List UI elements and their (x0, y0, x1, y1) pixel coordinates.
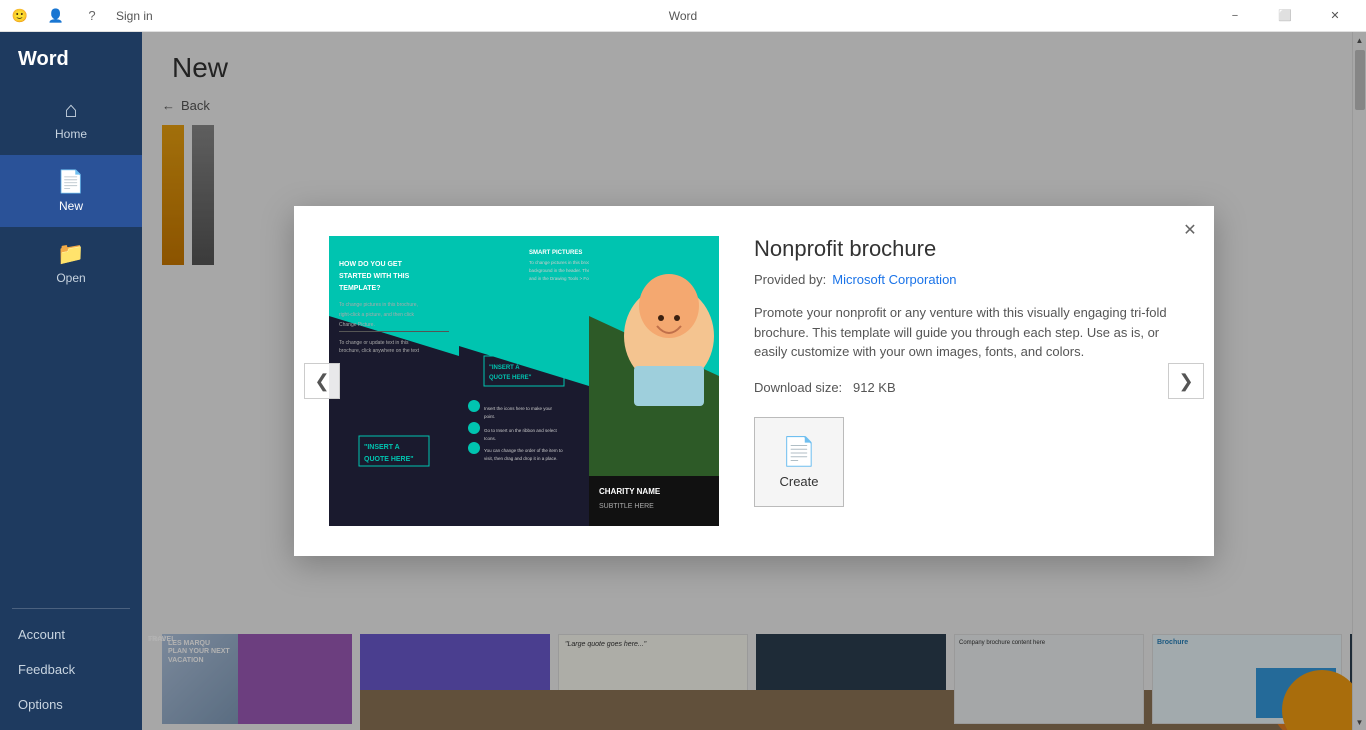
new-icon: 📄 (57, 169, 84, 195)
create-label: Create (779, 474, 818, 489)
sidebar-divider (12, 608, 130, 609)
svg-text:right-click a picture, and the: right-click a picture, and then click (339, 312, 415, 318)
svg-text:Change Picture.: Change Picture. (339, 322, 375, 328)
sidebar-new-label: New (59, 199, 83, 213)
modal-template-title: Nonprofit brochure (754, 236, 1184, 262)
app-body: Word ⌂ Home 📄 New 📁 Open Account Feedbac… (0, 32, 1366, 730)
next-arrow-icon: ❯ (1178, 371, 1193, 392)
svg-text:To change or update text in th: To change or update text in this (339, 340, 409, 346)
title-bar: 🙂 👤 ? Sign in Word − ⬜ ✕ (0, 0, 1366, 32)
svg-text:"INSERT A: "INSERT A (489, 365, 520, 371)
svg-text:Insert the icons here to make: Insert the icons here to make your (484, 406, 553, 411)
modal-prev-button[interactable]: ❮ (304, 363, 340, 399)
svg-text:QUOTE HERE": QUOTE HERE" (364, 456, 414, 463)
content-area: New ← Back LES MARQUPLAN YOUR NEXTVACATI… (142, 32, 1366, 730)
svg-text:To change pictures in this bro: To change pictures in this brochure, (339, 302, 418, 308)
minimize-button[interactable]: − (1212, 0, 1258, 32)
svg-text:Go to Insert on the ribbon and: Go to Insert on the ribbon and select (484, 428, 558, 433)
sidebar-app-name: Word (0, 32, 142, 83)
modal-provider-link[interactable]: Microsoft Corporation (832, 272, 956, 287)
person-icon[interactable]: 👤 (44, 4, 68, 28)
open-icon: 📁 (57, 241, 84, 267)
modal-preview-area: HOW DO YOU GET STARTED WITH THIS TEMPLAT… (324, 236, 724, 526)
sidebar-item-home[interactable]: ⌂ Home (0, 83, 142, 155)
modal-provider-label: Provided by: (754, 272, 826, 287)
svg-text:SUBTITLE HERE: SUBTITLE HERE (599, 503, 654, 510)
modal-download-size: Download size: 912 KB (754, 380, 1184, 395)
sign-in-button[interactable]: Sign in (116, 9, 153, 23)
modal-body: HOW DO YOU GET STARTED WITH THIS TEMPLAT… (294, 206, 1214, 556)
svg-text:You can change the order of th: You can change the order of the item to (484, 448, 563, 453)
create-icon: 📄 (782, 435, 817, 468)
help-icon[interactable]: ? (80, 4, 104, 28)
app-title: Word (669, 9, 697, 23)
create-button[interactable]: 📄 Create (754, 417, 844, 507)
svg-text:point.: point. (484, 414, 495, 419)
sidebar-bottom: Account Feedback Options (0, 617, 142, 730)
window-controls: − ⬜ ✕ (1212, 0, 1358, 32)
template-detail-modal: ❮ ❯ ✕ HOW DO YOU GET (294, 206, 1214, 556)
sidebar: Word ⌂ Home 📄 New 📁 Open Account Feedbac… (0, 32, 142, 730)
sidebar-account[interactable]: Account (0, 617, 142, 652)
sidebar-feedback[interactable]: Feedback (0, 652, 142, 687)
prev-arrow-icon: ❮ (314, 371, 329, 392)
svg-text:visit, then drag and drop it i: visit, then drag and drop it in a place. (484, 456, 558, 461)
download-size: 912 KB (853, 380, 896, 395)
modal-next-button[interactable]: ❯ (1168, 363, 1204, 399)
sidebar-item-new[interactable]: 📄 New (0, 155, 142, 227)
close-button[interactable]: ✕ (1312, 0, 1358, 32)
svg-text:SMART PICTURES: SMART PICTURES (529, 250, 582, 256)
svg-text:STARTED WITH THIS: STARTED WITH THIS (339, 273, 410, 280)
modal-provider-row: Provided by: Microsoft Corporation (754, 272, 1184, 287)
sidebar-item-open[interactable]: 📁 Open (0, 227, 142, 299)
modal-overlay: ❮ ❯ ✕ HOW DO YOU GET (142, 32, 1366, 730)
sidebar-open-label: Open (56, 271, 85, 285)
svg-text:"INSERT A: "INSERT A (364, 444, 400, 451)
svg-text:HOW DO YOU GET: HOW DO YOU GET (339, 261, 403, 268)
brochure-preview-image: HOW DO YOU GET STARTED WITH THIS TEMPLAT… (329, 236, 719, 526)
sidebar-nav: ⌂ Home 📄 New 📁 Open (0, 83, 142, 600)
svg-text:CHARITY NAME: CHARITY NAME (599, 487, 661, 496)
svg-text:brochure, click anywhere on th: brochure, click anywhere on the text (339, 348, 420, 354)
modal-description: Promote your nonprofit or any venture wi… (754, 303, 1184, 362)
maximize-button[interactable]: ⬜ (1262, 0, 1308, 32)
svg-text:QUOTE HERE": QUOTE HERE" (489, 375, 532, 381)
title-bar-left: 🙂 👤 ? Sign in (8, 4, 153, 28)
sidebar-options[interactable]: Options (0, 687, 142, 722)
modal-info-area: Nonprofit brochure Provided by: Microsof… (754, 236, 1184, 526)
svg-text:TEMPLATE?: TEMPLATE? (339, 285, 380, 292)
emoji-icon[interactable]: 🙂 (8, 4, 32, 28)
svg-text:Icons.: Icons. (484, 436, 496, 441)
download-label: Download size: (754, 380, 842, 395)
modal-close-button[interactable]: ✕ (1176, 216, 1204, 244)
sidebar-home-label: Home (55, 127, 87, 141)
home-icon: ⌂ (64, 97, 77, 123)
